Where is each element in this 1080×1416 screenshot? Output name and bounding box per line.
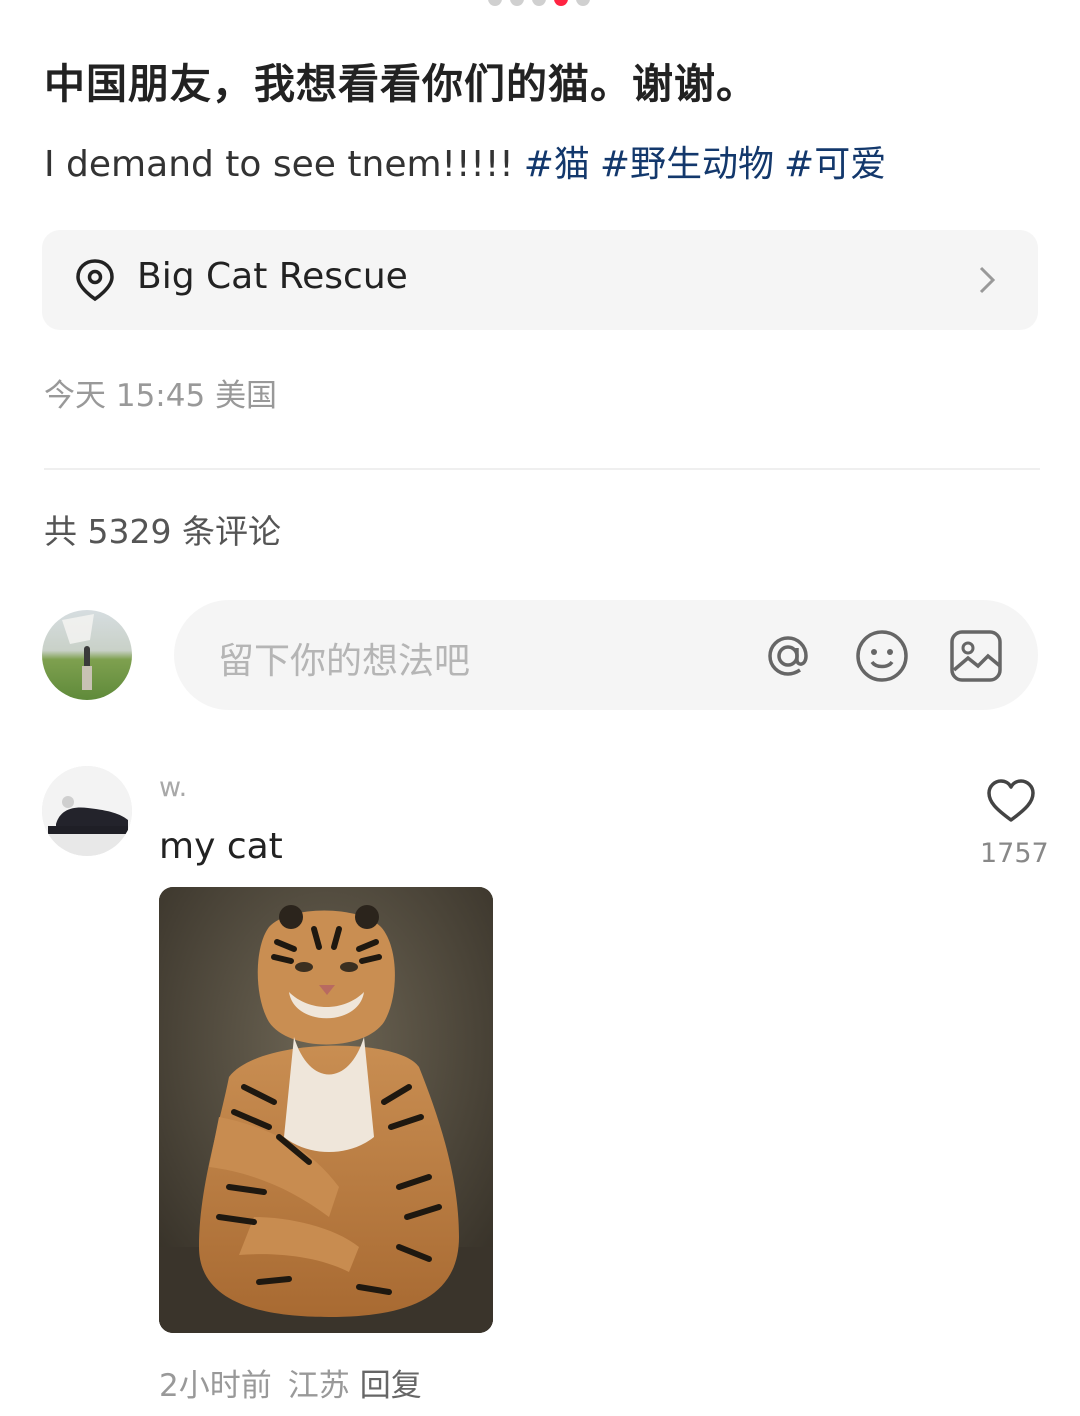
comment-text: my cat bbox=[159, 826, 283, 867]
hashtag-cute[interactable]: #可爱 bbox=[784, 144, 886, 185]
comment-image[interactable] bbox=[159, 887, 493, 1333]
image-icon[interactable] bbox=[948, 628, 1004, 684]
commenter-avatar[interactable] bbox=[42, 766, 132, 856]
like-count: 1757 bbox=[980, 838, 1049, 869]
comment-meta: 2小时前 江苏 回复 bbox=[159, 1360, 422, 1405]
chevron-right-icon bbox=[979, 266, 996, 294]
commenter-name[interactable]: w. bbox=[159, 772, 187, 803]
avatar-photo bbox=[62, 614, 94, 690]
comment-time: 2小时前 bbox=[159, 1368, 272, 1404]
post-description: I demand to see tnem!!!!! #猫 #野生动物 #可爱 bbox=[44, 135, 886, 187]
post-title: 中国朋友，我想看看你们的猫。谢谢。 bbox=[44, 60, 758, 108]
avatar-photo bbox=[42, 766, 132, 856]
post-meta: 今天 15:45 美国 bbox=[44, 370, 277, 415]
post-region: 美国 bbox=[215, 378, 278, 414]
comment-input-placeholder: 留下你的想法吧 bbox=[218, 641, 471, 682]
heart-icon[interactable] bbox=[986, 778, 1036, 824]
hashtag-wildlife[interactable]: #野生动物 bbox=[600, 144, 774, 185]
comment-region: 江苏 bbox=[287, 1368, 350, 1404]
carousel-dot-active bbox=[554, 0, 568, 6]
current-user-avatar[interactable] bbox=[42, 610, 132, 700]
location-pin-icon bbox=[76, 259, 114, 302]
carousel-dot bbox=[510, 0, 524, 6]
divider bbox=[44, 468, 1040, 470]
carousel-dot bbox=[576, 0, 590, 6]
carousel-dot bbox=[532, 0, 546, 6]
post-time: 今天 15:45 bbox=[44, 378, 206, 414]
carousel-indicator bbox=[488, 0, 590, 6]
tiger-photo bbox=[159, 887, 493, 1333]
hashtag-cat[interactable]: #猫 bbox=[524, 144, 590, 185]
at-icon[interactable] bbox=[760, 628, 816, 684]
location-name: Big Cat Rescue bbox=[137, 256, 408, 297]
emoji-icon[interactable] bbox=[854, 628, 910, 684]
carousel-dot bbox=[488, 0, 502, 6]
comment-count: 共 5329 条评论 bbox=[44, 512, 281, 551]
post-text: I demand to see tnem!!!!! bbox=[44, 144, 514, 185]
reply-button[interactable]: 回复 bbox=[360, 1368, 422, 1404]
